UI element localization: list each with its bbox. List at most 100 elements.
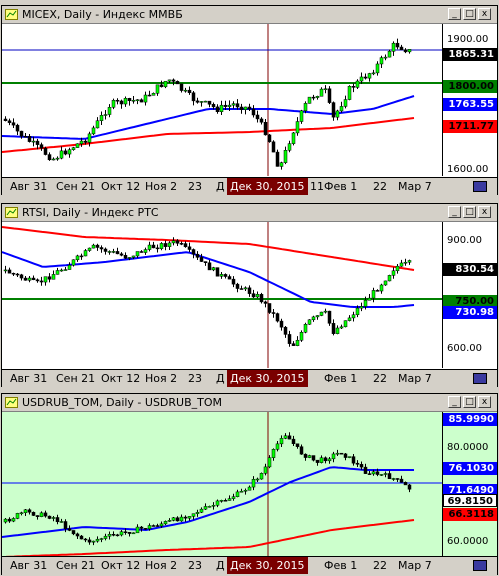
candle-body bbox=[403, 49, 408, 53]
maximize-button[interactable]: □ bbox=[463, 206, 476, 218]
candle-body bbox=[79, 140, 84, 144]
candle-body bbox=[303, 324, 308, 333]
candle-body bbox=[79, 255, 84, 258]
candle-body bbox=[155, 525, 160, 527]
candle-body bbox=[139, 526, 144, 529]
candle-body bbox=[291, 343, 296, 346]
minimize-button[interactable]: _ bbox=[448, 206, 461, 218]
price-axis[interactable]: 85.9990 80.0000 76.1030 71.6490 69.8150 … bbox=[442, 412, 497, 556]
y-tick-label: 60.0000 bbox=[447, 536, 489, 547]
candle-body bbox=[163, 243, 168, 247]
candlestick-chart[interactable] bbox=[2, 412, 442, 556]
x-tick-label: 22 bbox=[373, 180, 387, 193]
candlestick-chart[interactable] bbox=[2, 24, 442, 176]
candle-body bbox=[267, 134, 272, 143]
candle-body bbox=[367, 297, 372, 301]
time-axis[interactable]: Авг 31 Сен 21 Окт 12 Ноя 2 23 Д Дек 30, … bbox=[2, 177, 497, 196]
candle-body bbox=[207, 506, 212, 508]
candle-body bbox=[359, 464, 364, 468]
candle-body bbox=[219, 500, 224, 502]
price-plot[interactable] bbox=[2, 222, 442, 368]
x-tick-label: Окт 12 bbox=[101, 180, 141, 193]
candle-body bbox=[11, 122, 16, 126]
x-tick-label: Сен 21 bbox=[56, 559, 96, 572]
candle-body bbox=[195, 100, 200, 103]
candle-body bbox=[23, 136, 28, 138]
candle-body bbox=[3, 118, 8, 122]
candle-body bbox=[323, 88, 328, 90]
chart-window-usdrub[interactable]: USDRUB_TOM, Daily - USDRUB_TOM _ □ x 85.… bbox=[1, 393, 498, 575]
minimize-button[interactable]: _ bbox=[448, 8, 461, 20]
chart-window-icon bbox=[5, 207, 18, 218]
maximize-button[interactable]: □ bbox=[463, 8, 476, 20]
candle-body bbox=[375, 63, 380, 74]
candle-body bbox=[167, 520, 172, 522]
candle-body bbox=[247, 486, 252, 491]
chart-scroll-icon[interactable] bbox=[473, 181, 487, 192]
candle-body bbox=[71, 530, 76, 535]
chart-window-micex[interactable]: MICEX, Daily - Индекс ММВБ _ □ x 1900.00… bbox=[1, 5, 498, 196]
time-axis[interactable]: Авг 31 Сен 21 Окт 12 Ноя 2 23 Д Дек 30, … bbox=[2, 556, 497, 575]
candle-body bbox=[31, 277, 36, 281]
candle-body bbox=[39, 512, 44, 517]
candle-body bbox=[271, 312, 276, 314]
candle-body bbox=[71, 147, 76, 150]
candle-body bbox=[255, 294, 260, 298]
candle-body bbox=[315, 96, 320, 98]
candle-body bbox=[339, 106, 344, 112]
candle-body bbox=[35, 279, 40, 282]
chart-scroll-icon[interactable] bbox=[473, 373, 487, 384]
candle-body bbox=[307, 319, 312, 325]
candle-body bbox=[335, 452, 340, 455]
minimize-button[interactable]: _ bbox=[448, 396, 461, 408]
candle-body bbox=[15, 124, 20, 132]
candle-body bbox=[391, 270, 396, 276]
candle-body bbox=[107, 251, 112, 253]
candle-body bbox=[255, 114, 260, 120]
candle-body bbox=[207, 100, 212, 105]
candle-body bbox=[19, 512, 24, 515]
candle-body bbox=[15, 513, 20, 519]
x-tick-label: Фев 1 bbox=[324, 559, 358, 572]
close-button[interactable]: x bbox=[478, 8, 491, 20]
candlestick-chart[interactable] bbox=[2, 222, 442, 368]
candle-body bbox=[327, 310, 332, 324]
candle-body bbox=[171, 240, 176, 244]
time-axis[interactable]: Авг 31 Сен 21 Окт 12 Ноя 2 23 Д Дек 30, … bbox=[2, 369, 497, 388]
price-axis[interactable]: 1900.00 1600.00 1865.31 1800.00 1763.55 … bbox=[442, 24, 497, 176]
window-titlebar[interactable]: MICEX, Daily - Индекс ММВБ _ □ x bbox=[2, 6, 497, 24]
candle-body bbox=[127, 98, 132, 101]
candle-body bbox=[87, 247, 92, 251]
maximize-button[interactable]: □ bbox=[463, 396, 476, 408]
candle-body bbox=[83, 140, 88, 143]
candle-body bbox=[87, 133, 92, 143]
window-titlebar[interactable]: RTSI, Daily - Индекс РТС _ □ x bbox=[2, 204, 497, 222]
x-tick-label: Фев 1 bbox=[324, 372, 358, 385]
close-button[interactable]: x bbox=[478, 396, 491, 408]
candle-body bbox=[375, 290, 380, 292]
candle-body bbox=[315, 459, 320, 463]
chart-window-rtsi[interactable]: RTSI, Daily - Индекс РТС _ □ x 900.00 60… bbox=[1, 203, 498, 388]
candle-body bbox=[107, 534, 112, 537]
price-axis[interactable]: 900.00 600.00 830.54 750.00 730.98 bbox=[442, 222, 497, 368]
close-button[interactable]: x bbox=[478, 206, 491, 218]
candle-body bbox=[227, 276, 232, 280]
candle-body bbox=[399, 478, 404, 483]
candle-body bbox=[215, 267, 220, 277]
candle-body bbox=[211, 504, 216, 507]
price-plot[interactable] bbox=[2, 24, 442, 176]
chart-scroll-icon[interactable] bbox=[473, 560, 487, 571]
x-tick-label: Мар 7 bbox=[398, 180, 432, 193]
candle-body bbox=[179, 516, 184, 522]
candle-body bbox=[407, 260, 412, 263]
candle-body bbox=[295, 443, 300, 447]
candle-body bbox=[51, 274, 56, 280]
x-tick-label: Ноя 2 bbox=[145, 372, 178, 385]
candle-body bbox=[227, 498, 232, 501]
candle-body bbox=[39, 280, 44, 283]
window-titlebar[interactable]: USDRUB_TOM, Daily - USDRUB_TOM _ □ x bbox=[2, 394, 497, 412]
price-plot[interactable] bbox=[2, 412, 442, 556]
candle-body bbox=[227, 104, 232, 107]
candle-body bbox=[63, 150, 68, 155]
candle-body bbox=[59, 150, 64, 159]
